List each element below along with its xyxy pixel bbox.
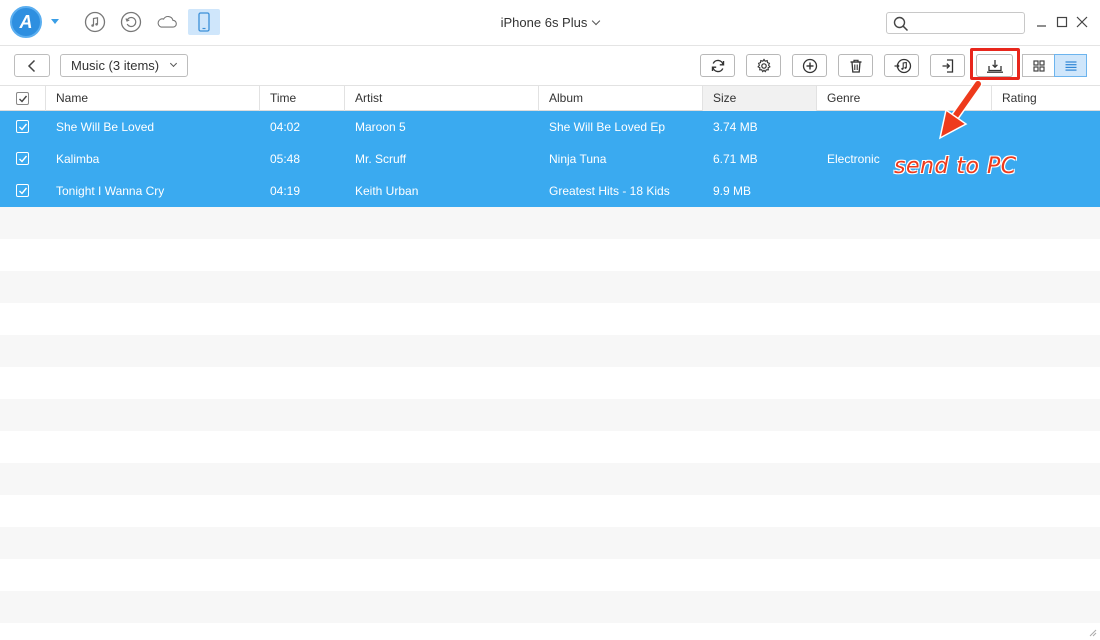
search-icon xyxy=(893,16,909,32)
row-checkbox[interactable] xyxy=(16,120,29,133)
empty-row xyxy=(0,559,1100,591)
logo-menu-caret-icon[interactable] xyxy=(51,19,59,24)
refresh-button[interactable] xyxy=(700,54,735,77)
cell-time: 04:02 xyxy=(270,120,301,134)
chevron-left-icon xyxy=(27,59,36,73)
chevron-down-icon xyxy=(592,16,601,26)
check-icon xyxy=(19,155,28,163)
delete-button[interactable] xyxy=(838,54,873,77)
cell-artist: Mr. Scruff xyxy=(355,152,407,166)
empty-row xyxy=(0,367,1100,399)
empty-row xyxy=(0,207,1100,239)
grid-view-icon xyxy=(1033,60,1045,72)
empty-row xyxy=(0,239,1100,271)
empty-row xyxy=(0,303,1100,335)
table-row[interactable]: Tonight I Wanna Cry 04:19 Keith Urban Gr… xyxy=(0,175,1100,207)
to-device-button[interactable] xyxy=(930,54,965,77)
select-all-checkbox[interactable] xyxy=(16,92,29,105)
cell-album: Ninja Tuna xyxy=(549,152,607,166)
check-icon xyxy=(19,187,28,195)
cell-name: Kalimba xyxy=(56,152,100,166)
select-all-column[interactable] xyxy=(0,86,46,111)
annotation-arrow-icon xyxy=(938,80,983,140)
delete-icon xyxy=(850,59,862,73)
add-icon xyxy=(802,58,818,74)
cell-time: 05:48 xyxy=(270,152,301,166)
category-dropdown[interactable]: Music (3 items) xyxy=(60,54,188,77)
column-header-artist[interactable]: Artist xyxy=(345,86,539,111)
cell-genre xyxy=(827,175,987,207)
to-device-icon xyxy=(942,59,954,73)
column-header-time[interactable]: Time xyxy=(260,86,345,111)
empty-row xyxy=(0,271,1100,303)
app-window: A iPhone 6s Plus Music (3 items) Name Ti… xyxy=(0,0,1100,640)
logo-letter: A xyxy=(19,12,33,32)
phone-icon xyxy=(198,12,210,32)
column-header-size[interactable]: Size xyxy=(703,86,817,111)
history-icon[interactable] xyxy=(120,11,142,33)
list-view-icon xyxy=(1065,61,1077,71)
column-header-album[interactable]: Album xyxy=(539,86,703,111)
maximize-icon[interactable] xyxy=(1054,14,1070,30)
empty-row xyxy=(0,463,1100,495)
settings-button[interactable] xyxy=(746,54,781,77)
cell-artist: Keith Urban xyxy=(355,184,419,198)
empty-row xyxy=(0,495,1100,527)
cell-time: 04:19 xyxy=(270,184,301,198)
cell-size: 6.71 MB xyxy=(713,152,758,166)
send-to-pc-highlight xyxy=(970,48,1020,80)
resize-grip-icon[interactable] xyxy=(1087,627,1097,637)
close-icon[interactable] xyxy=(1074,14,1090,30)
cell-size: 9.9 MB xyxy=(713,184,752,198)
back-button[interactable] xyxy=(14,54,50,77)
category-label: Music (3 items) xyxy=(71,58,160,73)
refresh-icon xyxy=(711,59,725,73)
column-header-name[interactable]: Name xyxy=(46,86,260,111)
grid-view-button[interactable] xyxy=(1022,54,1055,77)
to-itunes-icon xyxy=(894,58,912,74)
empty-row xyxy=(0,527,1100,559)
cell-album: She Will Be Loved Ep xyxy=(549,120,666,134)
cell-name: She Will Be Loved xyxy=(56,120,155,134)
add-button[interactable] xyxy=(792,54,827,77)
cloud-icon[interactable] xyxy=(156,11,182,33)
minimize-icon[interactable] xyxy=(1034,14,1050,30)
music-icon[interactable] xyxy=(84,11,106,33)
cell-artist: Maroon 5 xyxy=(355,120,406,134)
title-bar: A iPhone 6s Plus xyxy=(0,0,1100,46)
settings-icon xyxy=(757,58,771,73)
device-name: iPhone 6s Plus xyxy=(500,15,588,30)
empty-row xyxy=(0,591,1100,623)
chevron-down-icon xyxy=(169,59,178,68)
cell-album: Greatest Hits - 18 Kids xyxy=(549,184,670,198)
cell-rating xyxy=(1002,175,1092,207)
list-view-button[interactable] xyxy=(1054,54,1087,77)
check-icon xyxy=(19,95,28,103)
to-itunes-button[interactable] xyxy=(884,54,919,77)
empty-row xyxy=(0,431,1100,463)
search-input[interactable] xyxy=(886,12,1025,34)
device-selector[interactable]: iPhone 6s Plus xyxy=(460,15,640,30)
row-checkbox[interactable] xyxy=(16,152,29,165)
column-header-rating[interactable]: Rating xyxy=(992,86,1100,111)
app-logo[interactable]: A xyxy=(10,6,42,38)
annotation-label: send to PC xyxy=(894,154,1017,179)
row-checkbox[interactable] xyxy=(16,184,29,197)
check-icon xyxy=(19,123,28,131)
empty-row xyxy=(0,399,1100,431)
device-tab[interactable] xyxy=(188,9,220,35)
empty-row xyxy=(0,335,1100,367)
cell-name: Tonight I Wanna Cry xyxy=(56,184,165,198)
cell-rating xyxy=(1002,111,1092,143)
cell-size: 3.74 MB xyxy=(713,120,758,134)
